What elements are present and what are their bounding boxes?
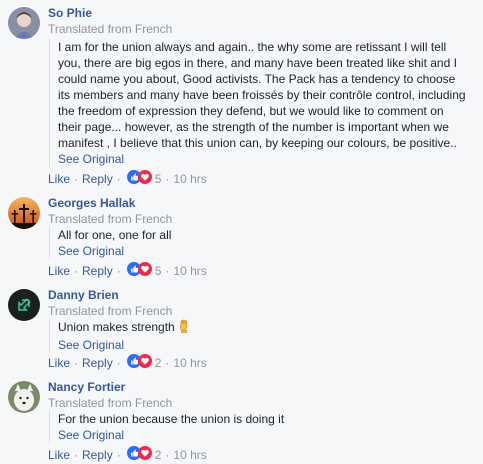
see-original-link[interactable]: See Original: [58, 151, 466, 167]
reply-link[interactable]: Reply: [82, 355, 113, 371]
translated-label: Translated from French: [48, 396, 173, 410]
avatar[interactable]: [8, 381, 40, 413]
comment-author[interactable]: So Phie: [48, 5, 92, 21]
comment-actions: Like · Reply · 2 · 10 hrs: [48, 354, 207, 372]
separator: ·: [116, 356, 121, 370]
comment-author[interactable]: Georges Hallak: [48, 195, 135, 211]
separator: ·: [74, 356, 79, 370]
comment-text-line: I am for the union always and again.. th…: [58, 40, 447, 54]
translated-text-block: I am for the union always and again.. th…: [49, 39, 466, 167]
heart-icon: [137, 354, 152, 372]
comment-text-line: you, there are big egos in there, and ma…: [58, 56, 457, 70]
reply-link[interactable]: Reply: [82, 263, 113, 279]
heart-icon: [137, 170, 152, 188]
separator: ·: [165, 356, 170, 370]
separator: ·: [116, 172, 121, 186]
separator: ·: [74, 264, 79, 278]
comment-author[interactable]: Nancy Fortier: [48, 379, 125, 395]
comment-text-line: manifest , I believe that this union can…: [58, 136, 457, 150]
comment-item: So Phie Translated from French I am for …: [0, 0, 483, 190]
comment-item: Nancy Fortier Translated from French For…: [0, 374, 483, 464]
comment-text-line: the freedom of expression they defend, b…: [58, 104, 444, 118]
reaction-count: 2: [154, 356, 162, 370]
reactions-summary[interactable]: 2: [126, 446, 162, 464]
reply-link[interactable]: Reply: [82, 447, 113, 463]
separator: ·: [165, 172, 170, 186]
reaction-count: 5: [154, 264, 162, 278]
reply-link[interactable]: Reply: [82, 171, 113, 187]
comment-text-line: All for one, one for all: [58, 228, 172, 242]
avatar[interactable]: [8, 289, 40, 321]
like-link[interactable]: Like: [48, 171, 70, 187]
comment-actions: Like · Reply · 5 · 10 hrs: [48, 170, 207, 188]
like-link[interactable]: Like: [48, 355, 70, 371]
separator: ·: [116, 264, 121, 278]
comment-text-line: Union makes strength: [58, 319, 191, 337]
comment-text-line: their page... however, as the strength o…: [58, 120, 449, 134]
translated-label: Translated from French: [48, 304, 173, 318]
comment-actions: Like · Reply · 5 · 10 hrs: [48, 262, 207, 280]
separator: ·: [116, 448, 121, 462]
comment-text-line: its members and many have been froissés …: [58, 88, 466, 102]
timestamp[interactable]: 10 hrs: [173, 355, 206, 371]
comment-actions: Like · Reply · 2 · 10 hrs: [48, 446, 207, 464]
comment-item: Georges Hallak Translated from French Al…: [0, 190, 483, 282]
separator: ·: [165, 264, 170, 278]
timestamp[interactable]: 10 hrs: [173, 263, 206, 279]
separator: ·: [74, 448, 79, 462]
heart-icon: [137, 262, 152, 280]
reactions-summary[interactable]: 5: [126, 170, 162, 188]
comment-text: Union makes strength: [58, 320, 175, 334]
see-original-link[interactable]: See Original: [58, 243, 171, 259]
raised-fist-icon: [178, 319, 191, 337]
see-original-link[interactable]: See Original: [58, 427, 284, 443]
separator: ·: [165, 448, 170, 462]
translated-text-block: Union makes strength See Original: [49, 319, 191, 353]
comment-item: Danny Brien Translated from French Union…: [0, 282, 483, 374]
like-link[interactable]: Like: [48, 447, 70, 463]
comment-text-line: could name you about, Good activists. Th…: [58, 72, 456, 86]
reactions-summary[interactable]: 5: [126, 262, 162, 280]
translated-text-block: All for one, one for all See Original: [49, 227, 171, 259]
separator: ·: [74, 172, 79, 186]
comment-text-line: For the union because the union is doing…: [58, 412, 285, 426]
reaction-count: 5: [154, 172, 162, 186]
translated-text-block: For the union because the union is doing…: [49, 411, 284, 443]
comment-author[interactable]: Danny Brien: [48, 287, 119, 303]
avatar[interactable]: [8, 7, 40, 39]
translated-label: Translated from French: [48, 22, 173, 36]
avatar[interactable]: [8, 197, 40, 229]
like-link[interactable]: Like: [48, 263, 70, 279]
see-original-link[interactable]: See Original: [58, 337, 191, 353]
reaction-count: 2: [154, 448, 162, 462]
reactions-summary[interactable]: 2: [126, 354, 162, 372]
timestamp[interactable]: 10 hrs: [173, 447, 206, 463]
timestamp[interactable]: 10 hrs: [173, 171, 206, 187]
heart-icon: [137, 446, 152, 464]
translated-label: Translated from French: [48, 212, 173, 226]
